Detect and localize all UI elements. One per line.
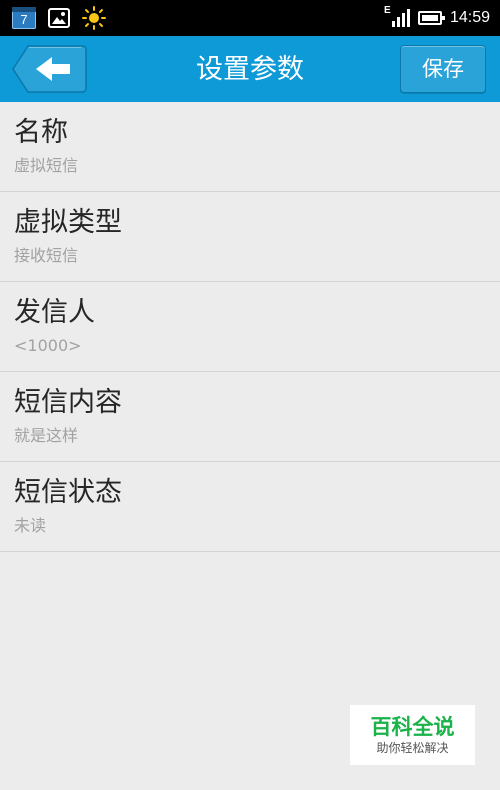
save-button[interactable]: 保存 xyxy=(400,45,486,93)
setting-title: 虚拟类型 xyxy=(14,207,122,238)
gallery-icon xyxy=(48,8,70,28)
setting-item-virtual-type[interactable]: 虚拟类型 接收短信 xyxy=(0,192,500,282)
setting-item-sender[interactable]: 发信人 <1000> xyxy=(0,282,500,372)
setting-item-sms-status[interactable]: 短信状态 未读 xyxy=(0,462,500,552)
setting-value: <1000> xyxy=(14,336,82,355)
watermark-subtitle: 助你轻松解决 xyxy=(376,741,449,755)
battery-icon xyxy=(417,11,445,25)
sun-icon xyxy=(82,6,106,30)
watermark-title: 百科全说 xyxy=(370,715,455,739)
setting-title: 短信状态 xyxy=(14,477,122,508)
status-bar: 7 E 14:59 xyxy=(0,0,500,36)
status-clock: 14:59 xyxy=(449,9,490,26)
setting-value: 未读 xyxy=(14,516,47,535)
setting-item-name[interactable]: 名称 虚拟短信 xyxy=(0,102,500,192)
status-notification-icons: 7 xyxy=(12,6,106,30)
calendar-day: 7 xyxy=(20,12,28,27)
setting-value: 接收短信 xyxy=(14,246,79,265)
setting-title: 名称 xyxy=(14,117,68,148)
setting-title: 短信内容 xyxy=(14,387,122,418)
setting-value: 就是这样 xyxy=(14,426,79,445)
signal-icon: E xyxy=(384,5,410,29)
app-header: 设置参数 保存 xyxy=(0,36,500,102)
setting-value: 虚拟短信 xyxy=(14,156,79,175)
settings-list: 名称 虚拟短信 虚拟类型 接收短信 发信人 <1000> 短信内容 就是这样 短… xyxy=(0,102,500,552)
calendar-icon: 7 xyxy=(12,7,36,29)
status-system-icons: E 14:59 xyxy=(384,0,490,36)
setting-title: 发信人 xyxy=(14,297,95,328)
setting-item-sms-content[interactable]: 短信内容 就是这样 xyxy=(0,372,500,462)
watermark-logo: 百科全说 助你轻松解决 xyxy=(350,705,475,765)
